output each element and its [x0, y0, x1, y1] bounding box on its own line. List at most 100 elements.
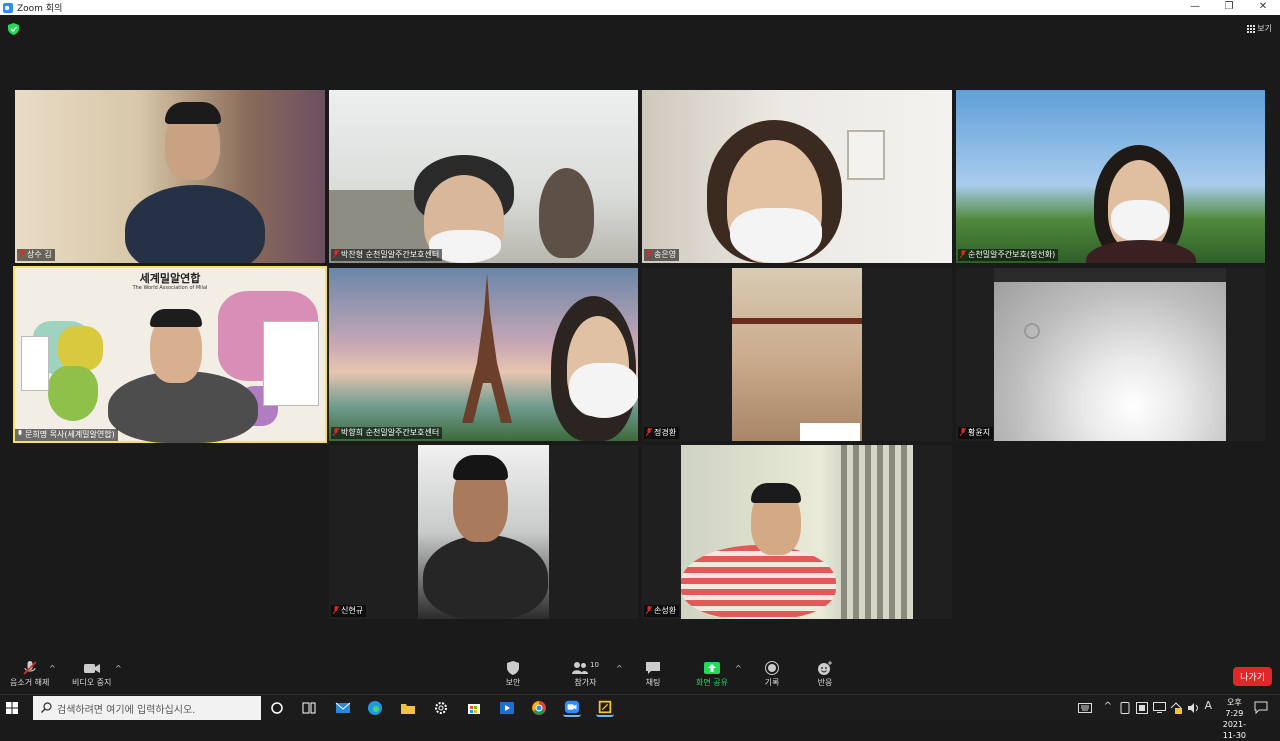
meeting-controls: 음소거 해제 ^ 비디오 중지 ^ 보안 10 참가자 ^ 채팅 화면 공유 ^…: [0, 655, 1280, 694]
wall-picture: [847, 130, 885, 180]
video-feed: [732, 268, 862, 441]
video-tile[interactable]: 순천밀알주간보호(정선화): [956, 90, 1265, 263]
search-icon: [41, 702, 52, 713]
mail-icon[interactable]: [334, 699, 352, 717]
smiley-icon: [818, 661, 832, 675]
face-mask: [1111, 200, 1169, 242]
wifi-warning-icon[interactable]: [1170, 702, 1183, 714]
video-tile[interactable]: 신현규: [329, 445, 638, 619]
muted-mic-icon: [960, 250, 966, 258]
video-tile[interactable]: 박찬형 순천밀알주간보호센터: [329, 90, 638, 263]
store-icon[interactable]: [465, 699, 483, 717]
eiffel-tower: [462, 273, 512, 423]
participants-button[interactable]: 10 참가자: [572, 661, 599, 688]
active-speaker-tile[interactable]: 세계밀알연합 The World Association of Milal 문희…: [13, 266, 327, 443]
video-options-caret[interactable]: ^: [115, 664, 122, 673]
zoom-app-icon: [3, 2, 13, 13]
record-button[interactable]: 기록: [764, 661, 780, 688]
muted-mic-icon: [960, 428, 966, 436]
meeting-area: 보기 상수 김 박찬형 순천밀알주간보호센터 송은영 순천밀알주간보호(정선화)…: [0, 15, 1280, 655]
share-screen-icon: [703, 662, 720, 674]
video-tile[interactable]: 상수 김: [15, 90, 325, 263]
participant-name: 박찬형 순천밀알주간보호센터: [331, 249, 443, 261]
taskbar-clock[interactable]: 오후 7:29 2021-11-30: [1223, 697, 1246, 741]
map-region: [58, 326, 103, 371]
video-tile[interactable]: 손성환: [642, 445, 952, 619]
input-method-indicator[interactable]: A: [1204, 699, 1212, 712]
muted-mic-icon: [333, 606, 339, 614]
view-button[interactable]: 보기: [1247, 23, 1272, 34]
participants-count: 10: [590, 661, 599, 669]
task-view-icon[interactable]: [300, 699, 318, 717]
muted-mic-icon: [646, 250, 652, 258]
map-region: [48, 366, 98, 421]
view-label: 보기: [1257, 24, 1272, 33]
share-screen-button[interactable]: 화면 공유: [696, 661, 728, 688]
participant-body: [539, 168, 594, 258]
edge-browser-icon[interactable]: [366, 699, 384, 717]
chrome-icon[interactable]: [530, 699, 548, 717]
participants-options-caret[interactable]: ^: [616, 664, 623, 673]
participant-body: [125, 185, 265, 263]
video-tile[interactable]: 정경환: [642, 268, 952, 441]
video-tile[interactable]: 박향희 순천밀알주간보호센터: [329, 268, 638, 441]
notification-center-icon[interactable]: [1254, 701, 1268, 714]
muted-mic-icon: [646, 606, 652, 614]
windows-taskbar: 검색하려면 여기에 입력하십시오. ^ A 오후 7:29 2021-11-30: [0, 694, 1280, 740]
video-tile[interactable]: 송은영: [642, 90, 952, 263]
media-player-icon[interactable]: [498, 699, 516, 717]
muted-mic-icon: [19, 250, 25, 258]
notes-app-icon[interactable]: [596, 699, 614, 717]
video-feed: [994, 268, 1226, 441]
muted-mic-icon: [23, 661, 37, 675]
share-options-caret[interactable]: ^: [735, 664, 742, 673]
participant-name: 신현규: [331, 605, 367, 617]
video-camera-icon: [83, 664, 100, 673]
settings-gear-icon[interactable]: [432, 699, 450, 717]
shield-icon[interactable]: [8, 23, 19, 35]
participant-name: 정경환: [644, 427, 680, 439]
windows-start-icon[interactable]: [6, 702, 18, 714]
muted-mic-icon: [333, 428, 339, 436]
participants-icon: [572, 662, 588, 674]
participant-name: 박향희 순천밀알주간보호센터: [331, 427, 443, 439]
device-icon[interactable]: [1120, 702, 1130, 714]
leave-button[interactable]: 나가기: [1233, 667, 1272, 686]
chat-button[interactable]: 채팅: [645, 661, 661, 688]
video-feed: [681, 445, 913, 619]
participant-name: 상수 김: [17, 249, 55, 261]
face-mask: [730, 208, 822, 263]
chat-bubble-icon: [646, 662, 660, 674]
zoom-taskbar-icon[interactable]: [563, 699, 581, 717]
video-tile[interactable]: 황윤지: [956, 268, 1265, 441]
stop-video-button[interactable]: 비디오 중지: [72, 661, 111, 688]
minimize-button[interactable]: —: [1178, 0, 1212, 15]
face-mask: [569, 363, 638, 418]
video-feed: [418, 445, 549, 619]
chevron-up-icon[interactable]: ^: [1104, 701, 1112, 712]
volume-icon[interactable]: [1187, 702, 1200, 714]
restore-button[interactable]: ❐: [1212, 0, 1246, 15]
window-title-bar: Zoom 회의 — ❐ ✕: [0, 0, 1280, 15]
file-explorer-icon[interactable]: [399, 699, 417, 717]
participant-name: 황윤지: [958, 427, 994, 439]
unmute-button[interactable]: 음소거 해제: [10, 661, 49, 688]
legend-panel: [263, 321, 319, 406]
participant-name: 송은영: [644, 249, 680, 261]
muted-mic-icon: [646, 428, 652, 436]
close-button[interactable]: ✕: [1246, 0, 1280, 15]
reactions-button[interactable]: 반응: [817, 661, 833, 688]
taskbar-search-input[interactable]: 검색하려면 여기에 입력하십시오.: [33, 696, 261, 720]
legend-panel: [21, 336, 49, 391]
network-icon[interactable]: [1153, 702, 1166, 713]
mic-icon: [18, 430, 22, 435]
cortana-icon[interactable]: [268, 699, 286, 717]
app-tray-icon[interactable]: [1136, 702, 1148, 714]
participant-name: 문희명 목사(세계밀알연합): [15, 429, 118, 441]
slide-title: 세계밀알연합: [139, 272, 201, 285]
keyboard-icon[interactable]: [1078, 703, 1092, 713]
security-button[interactable]: 보안: [505, 661, 521, 688]
window-title: Zoom 회의: [17, 4, 63, 14]
audio-options-caret[interactable]: ^: [49, 664, 56, 673]
shield-icon: [507, 661, 519, 675]
